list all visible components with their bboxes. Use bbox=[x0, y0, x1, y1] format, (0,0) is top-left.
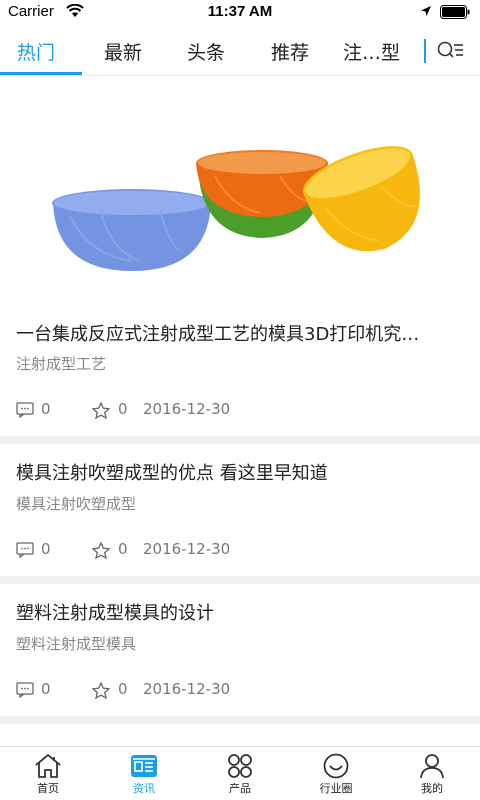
star-icon[interactable] bbox=[92, 682, 110, 699]
bottom-nav: 首页 资讯 产品 行业圈 我的 bbox=[0, 746, 480, 800]
nav-products[interactable]: 产品 bbox=[192, 747, 288, 800]
comment-icon bbox=[16, 682, 34, 698]
tab-headlines[interactable]: 头条 bbox=[187, 38, 225, 65]
category-tabs: 热门 最新 头条 推荐 注…型 bbox=[0, 26, 480, 76]
news-icon bbox=[131, 755, 157, 777]
tab-recommended[interactable]: 推荐 bbox=[271, 38, 309, 65]
article-tag: 注射成型工艺 bbox=[16, 355, 107, 373]
nav-news-label: 资讯 bbox=[133, 782, 155, 795]
article-card[interactable]: 一台集成反应式注射成型工艺的模具3D打印机究… 注射成型工艺 0 0 2016-… bbox=[0, 77, 480, 436]
tab-hot[interactable]: 热门 bbox=[17, 38, 55, 65]
star-icon[interactable] bbox=[92, 542, 110, 559]
comment-count: 0 bbox=[41, 540, 51, 558]
location-arrow-icon bbox=[421, 6, 431, 16]
tab-latest[interactable]: 最新 bbox=[104, 38, 142, 65]
article-image bbox=[52, 146, 420, 271]
article-tag: 模具注射吹塑成型 bbox=[16, 495, 137, 513]
article-title[interactable]: 一台集成反应式注射成型工艺的模具3D打印机究… bbox=[16, 320, 466, 346]
nav-news[interactable]: 资讯 bbox=[96, 747, 192, 800]
star-icon[interactable] bbox=[92, 402, 110, 419]
article-title[interactable]: 塑料注射成型模具的设计 bbox=[16, 599, 466, 625]
article-meta: 0 0 2016-12-30 bbox=[16, 540, 316, 560]
article-tag: 塑料注射成型模具 bbox=[16, 635, 137, 653]
grid-icon bbox=[228, 754, 252, 778]
news-feed[interactable]: 一台集成反应式注射成型工艺的模具3D打印机究… 注射成型工艺 0 0 2016-… bbox=[0, 77, 480, 746]
article-date: 2016-12-30 bbox=[143, 400, 231, 418]
user-icon bbox=[420, 754, 444, 779]
smile-icon bbox=[323, 753, 349, 779]
article-card[interactable]: 模具注射吹塑成型的优点 看这里早知道 模具注射吹塑成型 0 0 2016-12-… bbox=[0, 444, 480, 576]
status-bar: Carrier 11:37 AM bbox=[0, 0, 480, 26]
battery-icon bbox=[440, 5, 470, 19]
article-card[interactable] bbox=[0, 724, 480, 746]
category-menu-icon[interactable] bbox=[436, 39, 464, 63]
comment-icon bbox=[16, 542, 34, 558]
nav-industry-circle-label: 行业圈 bbox=[319, 782, 353, 795]
article-date: 2016-12-30 bbox=[143, 540, 231, 558]
comment-count: 0 bbox=[41, 680, 51, 698]
nav-profile-label: 我的 bbox=[421, 782, 443, 795]
nav-home[interactable]: 首页 bbox=[0, 747, 96, 800]
article-title[interactable]: 模具注射吹塑成型的优点 看这里早知道 bbox=[16, 459, 466, 485]
article-card[interactable]: 塑料注射成型模具的设计 塑料注射成型模具 0 0 2016-12-30 bbox=[0, 584, 480, 716]
tab-injection-molding[interactable]: 注…型 bbox=[343, 38, 400, 65]
clock: 11:37 AM bbox=[207, 3, 273, 20]
nav-products-label: 产品 bbox=[229, 782, 251, 795]
favorite-count: 0 bbox=[118, 400, 128, 418]
comment-count: 0 bbox=[41, 400, 51, 418]
favorite-count: 0 bbox=[118, 680, 128, 698]
tab-divider bbox=[424, 39, 426, 63]
comment-icon bbox=[16, 402, 34, 418]
nav-industry-circle[interactable]: 行业圈 bbox=[288, 747, 384, 800]
active-tab-indicator bbox=[0, 72, 82, 75]
article-meta: 0 0 2016-12-30 bbox=[16, 680, 316, 700]
nav-home-label: 首页 bbox=[37, 782, 59, 795]
article-date: 2016-12-30 bbox=[143, 680, 231, 698]
article-meta: 0 0 2016-12-30 bbox=[16, 400, 316, 420]
nav-profile[interactable]: 我的 bbox=[384, 747, 480, 800]
home-icon bbox=[35, 753, 61, 778]
favorite-count: 0 bbox=[118, 540, 128, 558]
